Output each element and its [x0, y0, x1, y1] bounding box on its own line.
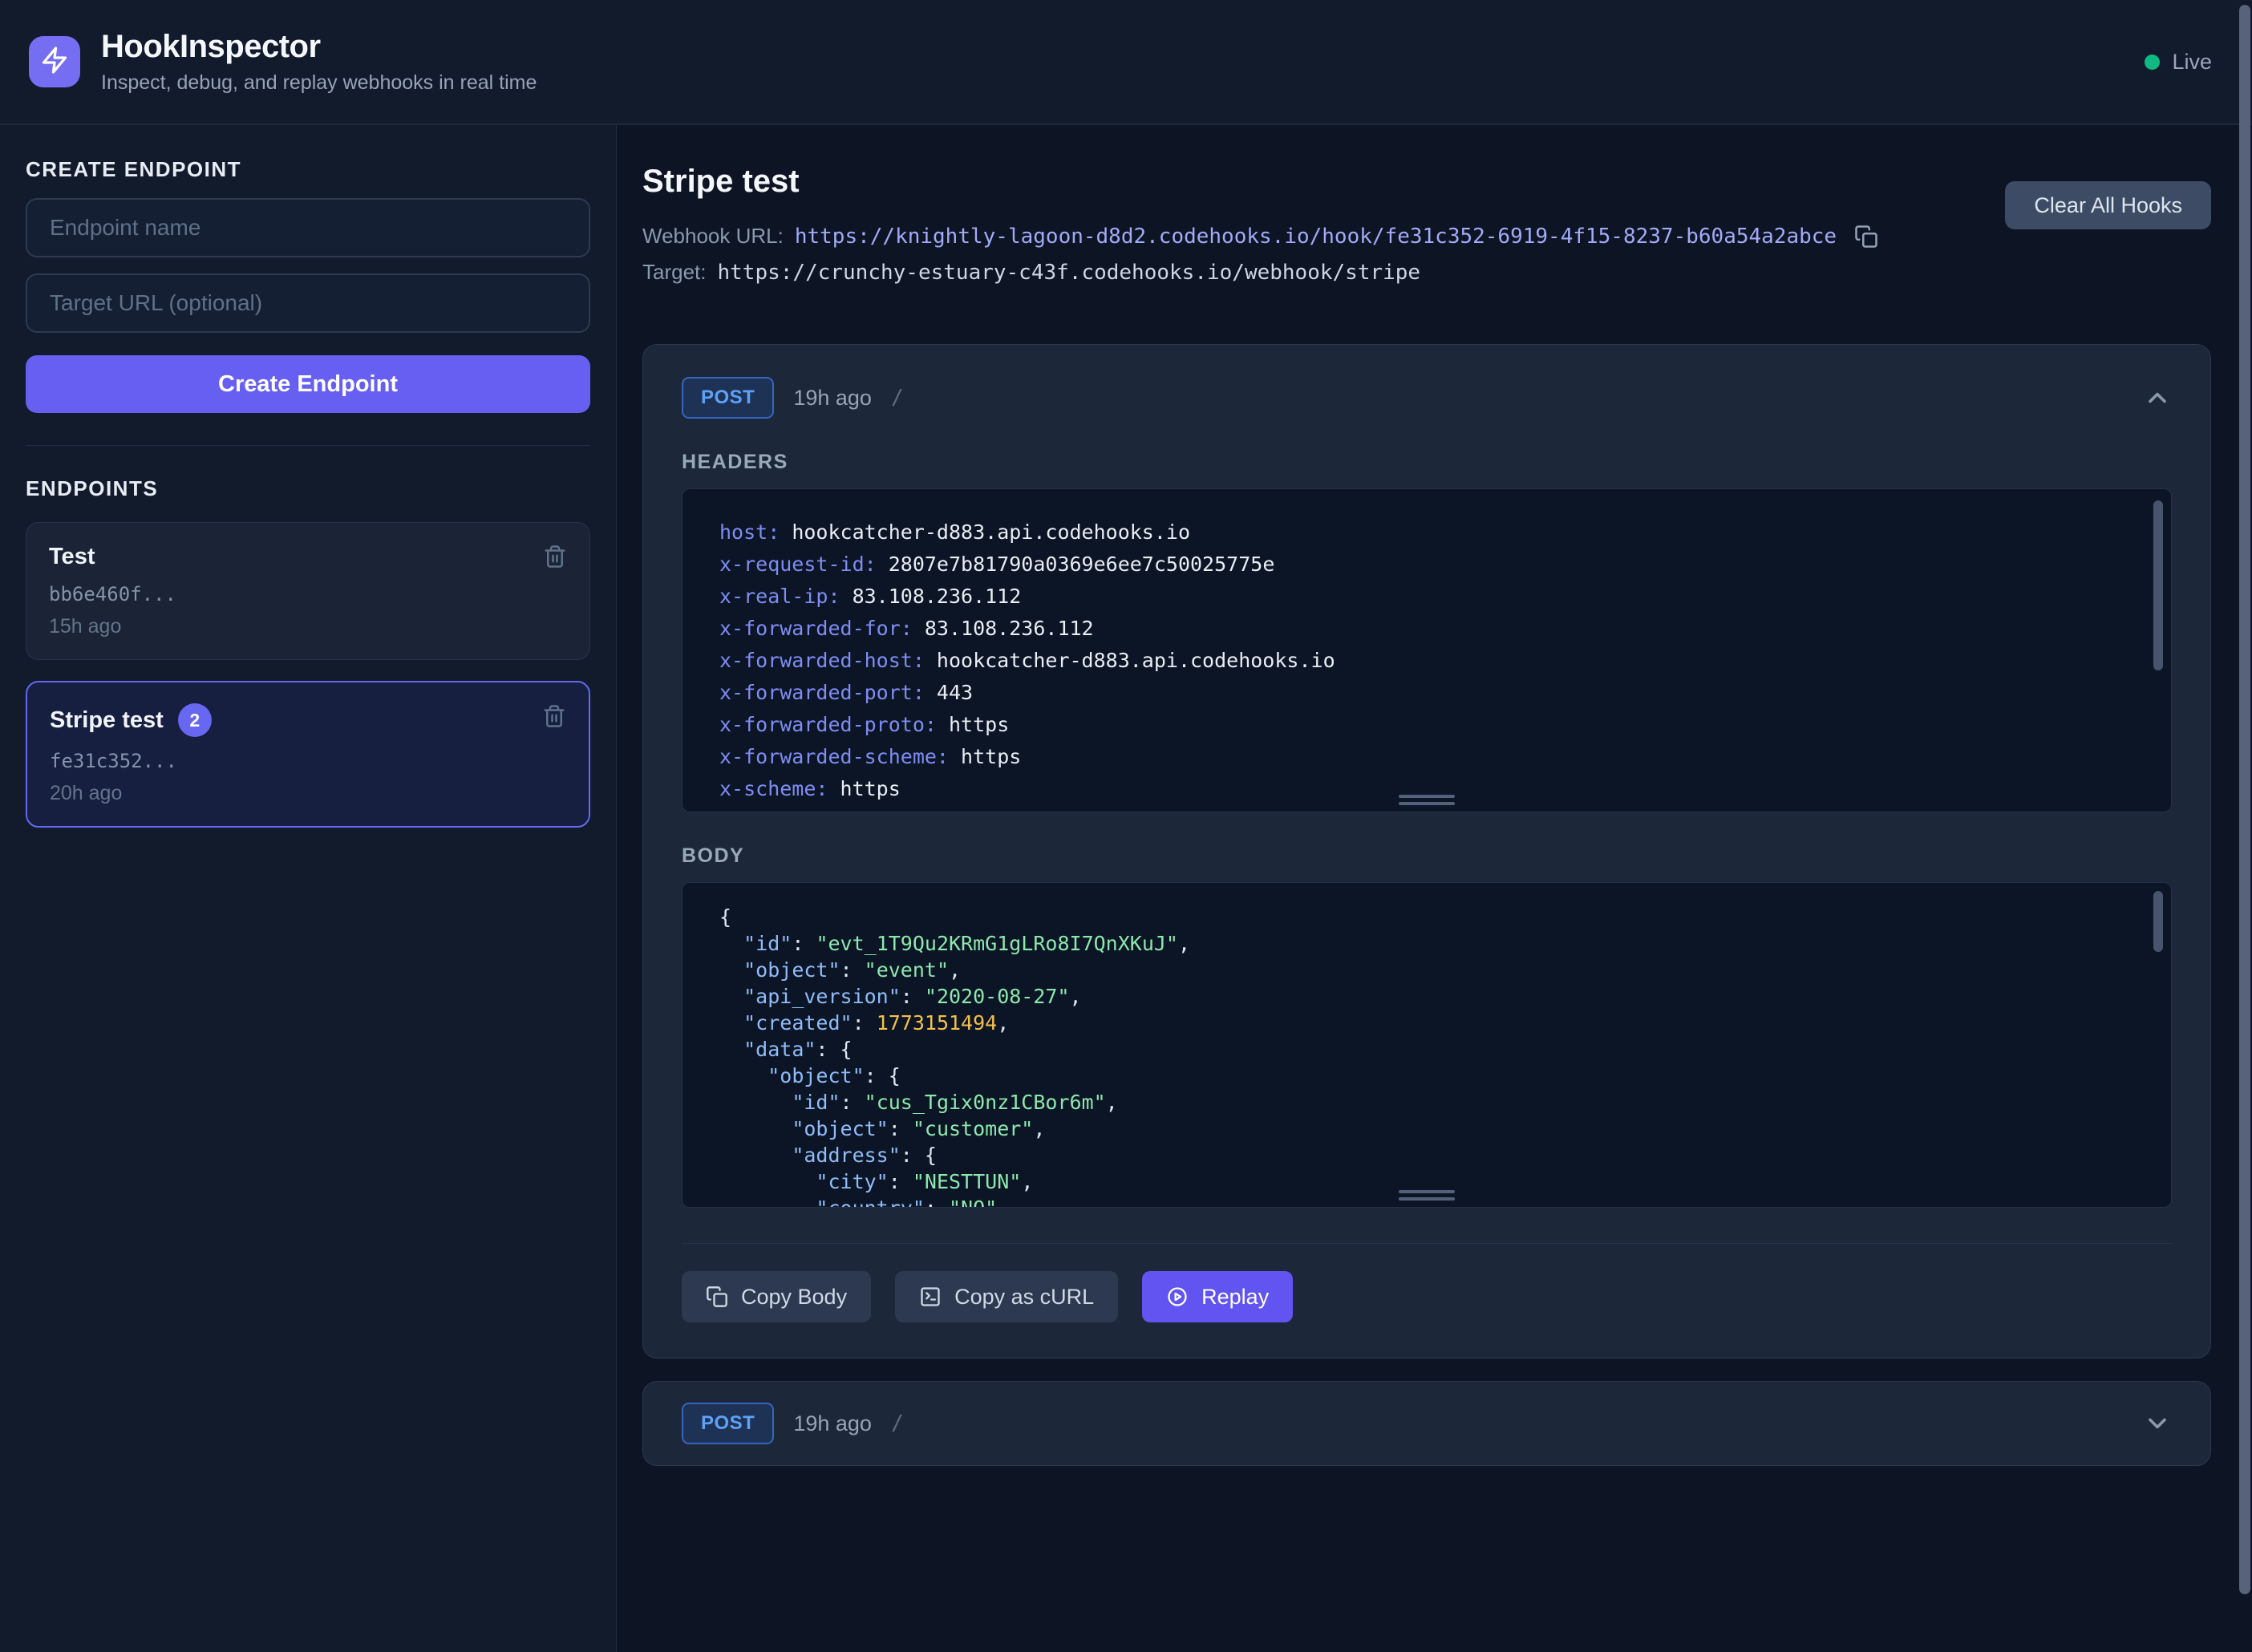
endpoint-card-test[interactable]: Test bb6e460f... 15h ago [26, 522, 590, 660]
copy-url-icon[interactable] [1854, 225, 1878, 249]
endpoint-name-input[interactable] [26, 198, 590, 257]
headers-section-label: HEADERS [682, 451, 2172, 474]
body-horizontal-scrollbar[interactable] [1399, 1190, 1455, 1201]
create-endpoint-heading: CREATE ENDPOINT [26, 157, 590, 182]
headers-code-content: host: hookcatcher-d883.api.codehooks.iox… [682, 489, 2171, 812]
endpoint-age: 15h ago [49, 615, 567, 638]
copy-icon [706, 1286, 728, 1308]
body-section-label: BODY [682, 844, 2172, 868]
request-header-row[interactable]: POST 19h ago / [682, 377, 2172, 419]
create-endpoint-button[interactable]: Create Endpoint [26, 355, 590, 413]
headers-code[interactable]: host: hookcatcher-d883.api.codehooks.iox… [682, 488, 2172, 812]
target-label: Target: [642, 260, 707, 285]
headers-vertical-scrollbar[interactable] [2153, 500, 2163, 670]
endpoints-heading: ENDPOINTS [26, 476, 590, 501]
endpoint-card-stripe-test[interactable]: Stripe test 2 fe31c352... 20h ago [26, 681, 590, 828]
endpoint-id: fe31c352... [50, 750, 566, 772]
top-bar: HookInspector Inspect, debug, and replay… [0, 0, 2252, 125]
main-header: Stripe test Webhook URL: https://knightl… [642, 152, 2211, 296]
method-badge: POST [682, 377, 774, 419]
content-row: CREATE ENDPOINT Create Endpoint ENDPOINT… [0, 125, 2252, 1652]
endpoint-name: Stripe test [50, 707, 164, 734]
endpoint-id: bb6e460f... [49, 583, 567, 605]
copy-body-button[interactable]: Copy Body [682, 1271, 871, 1322]
chevron-up-icon[interactable] [2143, 383, 2172, 412]
request-path: / [891, 386, 904, 410]
request-age: 19h ago [793, 386, 872, 411]
page-title: Stripe test [642, 164, 2005, 200]
target-url-value: https://crunchy-estuary-c43f.codehooks.i… [718, 261, 1421, 285]
request-path: / [891, 1411, 904, 1435]
request-age: 19h ago [793, 1411, 872, 1436]
headers-horizontal-scrollbar[interactable] [1399, 795, 1455, 805]
live-indicator: Live [2145, 50, 2212, 75]
app-root: HookInspector Inspect, debug, and replay… [0, 0, 2252, 1652]
request-card-collapsed[interactable]: POST 19h ago / [642, 1381, 2211, 1466]
webhook-url-link[interactable]: https://knightly-lagoon-d8d2.codehooks.i… [795, 225, 1837, 249]
clear-all-hooks-button[interactable]: Clear All Hooks [2005, 181, 2211, 229]
endpoint-name: Test [49, 544, 95, 570]
copy-body-label: Copy Body [741, 1285, 847, 1310]
target-url-input[interactable] [26, 273, 590, 333]
app-title: HookInspector [101, 29, 537, 65]
app-logo [29, 36, 80, 87]
chevron-down-icon[interactable] [2143, 1409, 2172, 1438]
webhook-url-label: Webhook URL: [642, 224, 784, 249]
actions-divider [682, 1243, 2172, 1244]
lightning-bolt-icon [40, 46, 69, 79]
body-vertical-scrollbar[interactable] [2153, 891, 2163, 952]
app-tagline: Inspect, debug, and replay webhooks in r… [101, 71, 537, 95]
main-panel: Stripe test Webhook URL: https://knightl… [617, 125, 2252, 1652]
copy-as-curl-label: Copy as cURL [954, 1285, 1094, 1310]
sidebar-divider [26, 445, 590, 446]
play-circle-icon [1166, 1286, 1189, 1308]
sidebar: CREATE ENDPOINT Create Endpoint ENDPOINT… [0, 125, 617, 1652]
terminal-icon [919, 1286, 942, 1308]
request-card-expanded: POST 19h ago / HEADERS host: hookcatcher… [642, 344, 2211, 1358]
replay-button[interactable]: Replay [1142, 1271, 1293, 1322]
brand-block: HookInspector Inspect, debug, and replay… [101, 29, 537, 95]
trash-icon[interactable] [543, 544, 567, 569]
request-actions: Copy Body Copy as cURL Replay [682, 1271, 2172, 1322]
copy-as-curl-button[interactable]: Copy as cURL [895, 1271, 1118, 1322]
live-status-dot [2145, 55, 2160, 70]
trash-icon[interactable] [542, 703, 566, 729]
body-code[interactable]: { "id": "evt_1T9Qu2KRmG1gLRo8I7QnXKuJ", … [682, 882, 2172, 1208]
hook-count-badge: 2 [178, 703, 212, 737]
endpoint-age: 20h ago [50, 782, 566, 805]
page-scrollbar[interactable] [2239, 5, 2250, 1594]
live-label: Live [2172, 50, 2212, 75]
replay-label: Replay [1201, 1285, 1269, 1310]
method-badge: POST [682, 1403, 774, 1444]
body-code-content: { "id": "evt_1T9Qu2KRmG1gLRo8I7QnXKuJ", … [682, 883, 2171, 1208]
